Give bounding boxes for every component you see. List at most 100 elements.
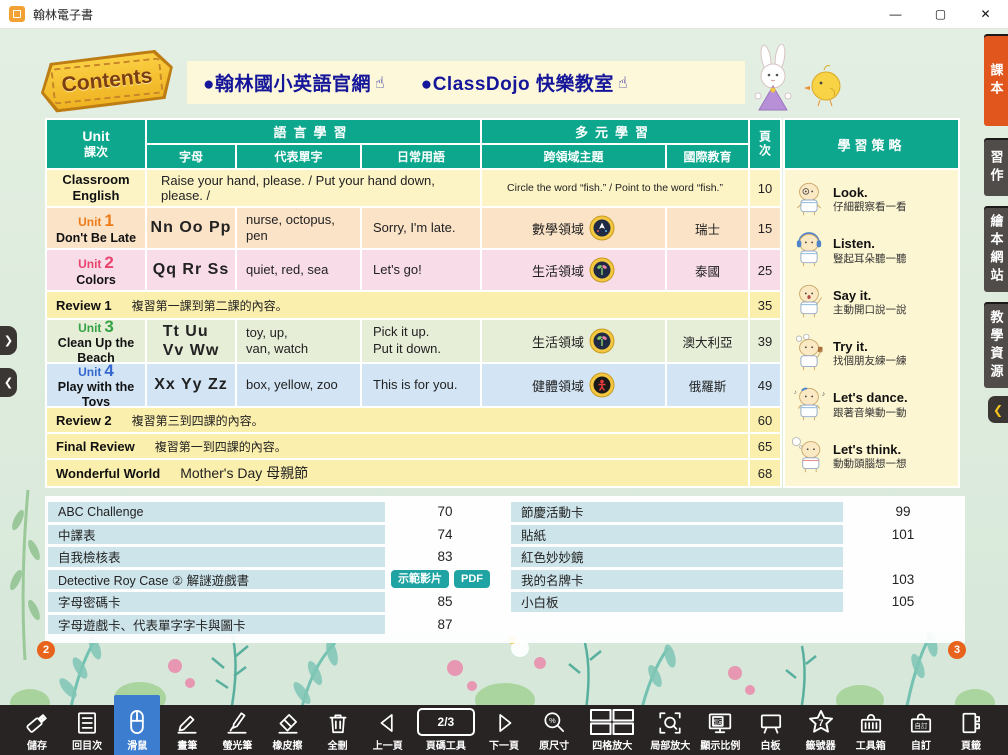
unit-1-title: Unit1 Don't Be Late [47, 208, 145, 248]
svg-text:自訂: 自訂 [914, 721, 928, 730]
mascot-dance-icon: ♪♪ [791, 385, 827, 425]
unit-3-cross-domain: 生活領域 [482, 320, 665, 362]
link-classdojo[interactable]: ●ClassDojo 快樂教室 ☝ [421, 69, 628, 96]
left-panel-collapse-toggle[interactable]: ❮ [0, 368, 17, 397]
mouse-icon [123, 708, 151, 736]
svg-text:7: 7 [818, 718, 823, 728]
trash-icon [325, 710, 351, 736]
list-item: 字母遊戲卡、代表單字字卡與圖卡87 [48, 615, 505, 635]
unit-4-cross-domain: 健體領域 [482, 364, 665, 406]
unit-4-daily: This is for you. [362, 364, 480, 406]
title-bar: 翰林電子書 — ▢ ✕ [0, 0, 1008, 29]
tab-textbook[interactable]: 課本 [984, 36, 1008, 126]
wonderful-world-row: Wonderful WorldMother's Day 母親節 [47, 460, 748, 486]
pen-tool-button[interactable]: 畫筆 [164, 707, 210, 755]
svg-text:%: % [549, 716, 556, 725]
next-page-button[interactable]: 下一頁 [481, 707, 527, 755]
list-item: 中譯表74 [48, 525, 505, 545]
highlighter-icon [224, 710, 250, 736]
page-number-tool[interactable]: 2/3 頁碼工具 [415, 707, 477, 755]
unit-2-letters: Qq Rr Ss [147, 250, 235, 290]
number-picker-button[interactable]: 7 籤號器 [798, 707, 844, 755]
window-title: 翰林電子書 [33, 6, 93, 23]
tab-workbook[interactable]: 習作 [984, 140, 1008, 196]
mascot-look-icon [791, 180, 827, 220]
col-header-page: 頁次 [750, 120, 780, 168]
original-size-button[interactable]: % 原尺寸 [531, 707, 577, 755]
unit-2-cross-domain: 生活領域 [482, 250, 665, 290]
unit-4-words: box, yellow, zoo [237, 364, 360, 406]
unit-1-letters: Nn Oo Pp [147, 208, 235, 248]
pdf-button[interactable]: PDF [454, 570, 490, 588]
classroom-english-expressions: Raise your hand, please. / Put your hand… [147, 170, 480, 206]
life-domain-badge-icon [589, 257, 615, 283]
unit-2-country: 泰國 [667, 250, 748, 290]
rabbit-icon [755, 44, 791, 110]
unit-3-page: 39 [750, 320, 780, 362]
highlighter-tool-button[interactable]: 螢光筆 [214, 707, 260, 755]
page-badge-right[interactable]: 3 [948, 641, 966, 659]
whiteboard-button[interactable]: 白板 [748, 707, 794, 755]
contents-list-icon [74, 710, 100, 736]
list-item: ABC Challenge70 [48, 502, 505, 522]
strategy-listen: Listen.豎起耳朵聽一聽 [787, 231, 956, 271]
header-links-band: ●翰林國小英語官網 ☝ ●ClassDojo 快樂教室 ☝ [187, 61, 745, 104]
four-grid-icon [589, 708, 635, 736]
review-1-page: 35 [750, 292, 780, 318]
unit-3-country: 澳大利亞 [667, 320, 748, 362]
appendix-lists: ABC Challenge70 中譯表74 自我檢核表83 Detective … [48, 502, 965, 634]
unit-2-words: quiet, red, sea [237, 250, 360, 290]
strategy-say-it: Say it.主動開口說一說 [787, 282, 956, 322]
math-domain-badge-icon [589, 215, 615, 241]
col-header-words: 代表單字 [237, 145, 360, 168]
side-panel-collapse-toggle[interactable]: ❮ [988, 396, 1008, 423]
link-hanlin-english-site[interactable]: ●翰林國小英語官網 ☝ [203, 69, 385, 96]
usb-save-icon [24, 710, 50, 736]
previous-page-button[interactable]: 上一頁 [365, 707, 411, 755]
custom-toolbox-button[interactable]: 自訂 自訂 [898, 707, 944, 755]
app-logo-icon [9, 6, 25, 22]
partial-zoom-icon [657, 710, 683, 736]
final-review-row: Final Review複習第一到四課的內容。 [47, 434, 748, 458]
maximize-button[interactable]: ▢ [918, 0, 963, 28]
col-header-daily-expressions: 日常用語 [362, 145, 480, 168]
demo-video-button[interactable]: 示範影片 [391, 570, 449, 588]
pen-icon [174, 710, 200, 736]
page-badge-left[interactable]: 2 [37, 641, 55, 659]
mouse-tool-button[interactable]: 滑鼠 [114, 695, 160, 755]
minimize-button[interactable]: — [873, 0, 918, 28]
strategy-try-it: Try it.找個朋友練一練 [787, 334, 956, 374]
tab-picture-book-site[interactable]: 繪本網站 [984, 208, 1008, 292]
page-indicator[interactable]: 2/3 [417, 708, 475, 736]
mascot-say-icon [791, 282, 827, 322]
toolbox-button[interactable]: 工具箱 [848, 707, 894, 755]
list-item-detective: Detective Roy Case ② 解謎遊戲書 示範影片 PDF [48, 570, 505, 590]
clear-all-button[interactable]: 全刪 [315, 707, 361, 755]
classroom-english-page: 10 [750, 170, 780, 206]
tab-teaching-resources[interactable]: 教學資源 [984, 304, 1008, 388]
partial-zoom-button[interactable]: 局部放大 [647, 707, 693, 755]
back-to-contents-button[interactable]: 回目次 [64, 707, 110, 755]
list-item: 自我檢核表83 [48, 547, 505, 567]
svg-text:♪: ♪ [794, 389, 797, 396]
left-panel-expand-toggle[interactable]: ❯ [0, 326, 17, 355]
close-button[interactable]: ✕ [963, 0, 1008, 28]
mascot-try-icon [791, 334, 827, 374]
review-2-page: 60 [750, 408, 780, 432]
pointer-hand-icon: ☝ [618, 73, 628, 93]
row-classroom-english-title: Classroom English [47, 170, 145, 206]
eraser-tool-button[interactable]: 橡皮擦 [265, 707, 311, 755]
unit-2-page: 25 [750, 250, 780, 290]
save-button[interactable]: 儲存 [14, 707, 60, 755]
unit-2-title: Unit2 Colors [47, 250, 145, 290]
page-tab-button[interactable]: 頁籤 [948, 707, 994, 755]
col-header-cross-domain: 跨領域主題 [482, 145, 665, 168]
four-grid-zoom-button[interactable]: 四格放大 [581, 707, 643, 755]
display-ratio-button[interactable]: 固定 顯示比例 [697, 707, 743, 755]
unit-1-page: 15 [750, 208, 780, 248]
col-header-letters: 字母 [147, 145, 235, 168]
next-page-icon [491, 710, 517, 736]
toolbox-icon [858, 710, 884, 736]
unit-1-cross-domain: 數學領域 [482, 208, 665, 248]
col-header-international: 國際教育 [667, 145, 748, 168]
